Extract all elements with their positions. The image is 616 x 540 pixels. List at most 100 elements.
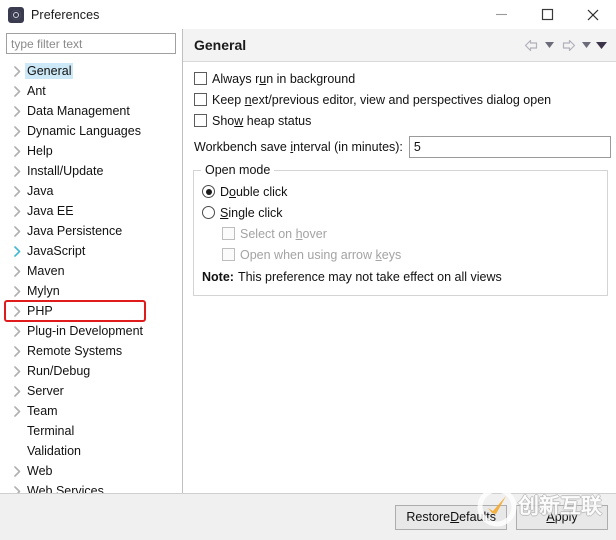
radio-row-1[interactable]: Single click (194, 202, 607, 223)
sidebar-item-label: General (25, 63, 74, 79)
note-label: Note: (202, 269, 234, 284)
chevron-right-icon[interactable] (8, 325, 25, 337)
open-mode-sub-options: Select on hover Open when using arrow key… (194, 223, 607, 265)
sidebar-item-label: Team (27, 404, 58, 418)
sidebar-item-label: Install/Update (27, 164, 104, 178)
chevron-right-icon[interactable] (8, 205, 25, 217)
sidebar-item-web[interactable]: Web (0, 461, 182, 481)
sidebar-item-remote-systems[interactable]: Remote Systems (0, 341, 182, 361)
sidebar-item-label: Help (27, 144, 53, 158)
preferences-sidebar: General Ant Data Management Dynamic Languag… (0, 29, 182, 493)
sub-checkbox-row-0[interactable]: Select on hover (194, 223, 607, 244)
sidebar-item-label: Java Persistence (27, 224, 123, 238)
chevron-right-icon[interactable] (8, 365, 25, 377)
chevron-right-icon[interactable] (8, 345, 25, 357)
sidebar-item-ant[interactable]: Ant (0, 81, 182, 101)
preferences-dialog: Preferences General Ant Data Management Dyn… (0, 0, 616, 540)
close-icon[interactable] (570, 0, 616, 29)
open-mode-legend: Open mode (201, 163, 275, 177)
sidebar-item-mylyn[interactable]: Mylyn (0, 281, 182, 301)
preferences-tree[interactable]: General Ant Data Management Dynamic Languag… (0, 59, 182, 493)
sidebar-item-label: Mylyn (27, 284, 60, 298)
sidebar-item-install-update[interactable]: Install/Update (0, 161, 182, 181)
view-menu-chevron-down-icon[interactable] (595, 35, 608, 55)
radio-label: Double click (220, 184, 288, 199)
note-text: This preference may not take effect on a… (237, 269, 502, 284)
chevron-right-icon[interactable] (8, 225, 25, 237)
radio-button[interactable] (202, 185, 215, 198)
sidebar-item-help[interactable]: Help (0, 141, 182, 161)
window-title: Preferences (31, 7, 100, 22)
chevron-right-icon[interactable] (8, 465, 25, 477)
restore-defaults-button[interactable]: Restore Defaults (395, 504, 507, 530)
radio-button[interactable] (202, 206, 215, 219)
sidebar-item-web-services[interactable]: Web Services (0, 481, 182, 493)
forward-arrow-icon[interactable] (558, 35, 578, 55)
open-mode-note: Note: This preference may not take effec… (194, 266, 607, 287)
sidebar-item-maven[interactable]: Maven (0, 261, 182, 281)
chevron-right-icon[interactable] (8, 265, 25, 277)
sidebar-item-dynamic-languages[interactable]: Dynamic Languages (0, 121, 182, 141)
chevron-right-icon[interactable] (8, 285, 25, 297)
sidebar-item-terminal[interactable]: Terminal (0, 421, 182, 441)
checkbox-label: Keep next/previous editor, view and pers… (212, 92, 552, 107)
checkbox-label: Always run in background (212, 71, 356, 86)
chevron-right-icon[interactable] (8, 485, 25, 493)
maximize-icon[interactable] (524, 0, 570, 29)
open-mode-radios: Double click Single click (194, 181, 607, 223)
dialog-button-bar: Restore Defaults Apply (0, 493, 616, 540)
sidebar-item-data-management[interactable]: Data Management (0, 101, 182, 121)
checkbox-box[interactable] (194, 72, 207, 85)
sidebar-item-validation[interactable]: Validation (0, 441, 182, 461)
chevron-right-icon[interactable] (8, 305, 25, 317)
gear-icon (8, 6, 24, 23)
chevron-right-icon[interactable] (8, 125, 25, 137)
chevron-right-icon[interactable] (8, 145, 25, 157)
workbench-save-interval-input[interactable] (408, 136, 611, 158)
checkbox-label: Open when using arrow keys (240, 247, 402, 262)
sidebar-item-general[interactable]: General (0, 61, 182, 81)
checkbox-box[interactable] (194, 93, 207, 106)
chevron-right-icon[interactable] (8, 165, 25, 177)
sidebar-item-label: JavaScript (27, 244, 86, 258)
checkbox-label: Show heap status (212, 113, 312, 128)
checkbox-row-0[interactable]: Always run in background (183, 68, 616, 89)
back-arrow-icon[interactable] (521, 35, 541, 55)
chevron-right-icon[interactable] (8, 65, 25, 77)
page-title: General (194, 37, 247, 53)
chevron-right-icon[interactable] (8, 105, 25, 117)
chevron-right-icon[interactable] (8, 385, 25, 397)
chevron-right-icon[interactable] (8, 85, 25, 97)
sidebar-item-label: Web Services (27, 484, 104, 493)
workbench-save-interval-label: Workbench save interval (in minutes): (194, 140, 403, 154)
apply-button[interactable]: Apply (516, 504, 608, 530)
sidebar-item-plug-in-development[interactable]: Plug-in Development (0, 321, 182, 341)
checkbox-box[interactable] (222, 227, 235, 240)
filter-input[interactable] (6, 33, 176, 54)
sidebar-item-label: PHP (27, 304, 53, 318)
checkbox-box[interactable] (222, 248, 235, 261)
back-history-chevron-down-icon[interactable] (543, 35, 556, 55)
chevron-right-icon[interactable] (8, 185, 25, 197)
sidebar-item-java[interactable]: Java (0, 181, 182, 201)
checkbox-box[interactable] (194, 114, 207, 127)
window-controls (478, 0, 616, 29)
sidebar-item-java-persistence[interactable]: Java Persistence (0, 221, 182, 241)
sidebar-item-run-debug[interactable]: Run/Debug (0, 361, 182, 381)
checkbox-row-2[interactable]: Show heap status (183, 110, 616, 131)
sub-checkbox-row-1[interactable]: Open when using arrow keys (194, 244, 607, 265)
sidebar-item-php[interactable]: PHP (0, 301, 182, 321)
filter-container (0, 29, 182, 59)
sidebar-item-javascript[interactable]: JavaScript (0, 241, 182, 261)
workbench-save-interval-row: Workbench save interval (in minutes): (183, 134, 616, 160)
sidebar-item-java-ee[interactable]: Java EE (0, 201, 182, 221)
checkbox-row-1[interactable]: Keep next/previous editor, view and pers… (183, 89, 616, 110)
sidebar-item-label: Remote Systems (27, 344, 123, 358)
minimize-icon[interactable] (478, 0, 524, 29)
chevron-right-icon[interactable] (8, 245, 25, 257)
sidebar-item-server[interactable]: Server (0, 381, 182, 401)
forward-history-chevron-down-icon[interactable] (580, 35, 593, 55)
chevron-right-icon[interactable] (8, 405, 25, 417)
sidebar-item-team[interactable]: Team (0, 401, 182, 421)
radio-row-0[interactable]: Double click (194, 181, 607, 202)
